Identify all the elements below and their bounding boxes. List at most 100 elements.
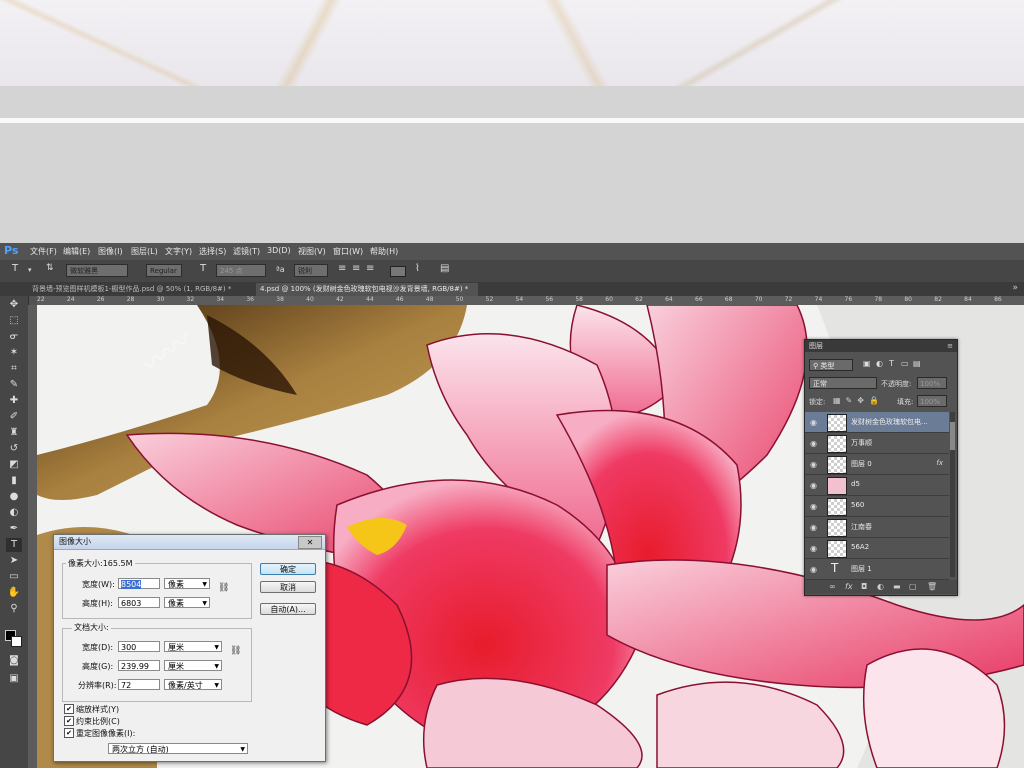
eraser-tool-icon[interactable]: ◩ <box>6 458 22 472</box>
doc-height-unit-select[interactable]: 厘米 ▼ <box>164 660 222 671</box>
scale-styles-checkbox[interactable]: ✔ <box>64 704 74 714</box>
resolution-unit-select[interactable]: 像素/英寸 ▼ <box>164 679 222 690</box>
visibility-eye-icon[interactable]: ◉ <box>810 439 817 448</box>
type-tool-icon[interactable]: T <box>12 263 18 274</box>
layer-row[interactable]: ◉ T 图层 1 <box>805 559 949 580</box>
visibility-eye-icon[interactable]: ◉ <box>810 544 817 553</box>
scrollbar-thumb[interactable] <box>950 422 955 450</box>
menu-filter[interactable]: 滤镜(T) <box>233 246 260 257</box>
link-layers-icon[interactable]: ∞ <box>829 580 836 594</box>
align-right-icon[interactable]: ≡ <box>366 263 374 274</box>
path-selection-tool-icon[interactable]: ➤ <box>6 554 22 568</box>
blend-mode-select[interactable]: 正常 <box>809 377 877 389</box>
layers-scrollbar[interactable] <box>950 412 955 577</box>
visibility-eye-icon[interactable]: ◉ <box>810 523 817 532</box>
ok-button[interactable]: 确定 <box>260 563 316 575</box>
add-mask-icon[interactable]: ◘ <box>861 580 867 594</box>
brush-tool-icon[interactable]: ✐ <box>6 410 22 424</box>
layer-filter-select[interactable]: ⚲ 类型 <box>809 359 853 371</box>
menu-select[interactable]: 选择(S) <box>199 246 226 257</box>
dodge-tool-icon[interactable]: ◐ <box>6 506 22 520</box>
antialias-select[interactable]: 锐利 <box>294 264 328 277</box>
layer-row[interactable]: ◉ 发财树金色玫瑰软包电... <box>805 412 949 433</box>
crop-tool-icon[interactable]: ⌗ <box>6 362 22 376</box>
quick-mask-icon[interactable]: ◙ <box>6 654 22 668</box>
height-input[interactable]: 6803 <box>118 597 160 608</box>
layer-name[interactable]: 发财树金色玫瑰软包电... <box>851 417 928 427</box>
layer-effects-icon[interactable]: fx <box>936 459 943 467</box>
filter-type-icon[interactable]: T <box>889 359 894 368</box>
align-left-icon[interactable]: ≡ <box>338 263 346 274</box>
visibility-eye-icon[interactable]: ◉ <box>810 502 817 511</box>
delete-layer-icon[interactable]: 🗑 <box>927 580 937 594</box>
marquee-tool-icon[interactable]: ⬚ <box>6 314 22 328</box>
layer-row[interactable]: ◉ 万事顺 <box>805 433 949 454</box>
font-size-select[interactable]: 245 点 <box>216 264 266 277</box>
layer-name[interactable]: d5 <box>851 480 860 488</box>
opacity-input[interactable]: 100% <box>917 377 947 389</box>
layer-name[interactable]: 图层 1 <box>851 564 872 574</box>
doc-height-input[interactable]: 239.99 <box>118 660 160 671</box>
width-input[interactable]: 8504 <box>118 578 160 589</box>
layer-name[interactable]: 56A2 <box>851 543 869 551</box>
lasso-tool-icon[interactable]: ᓂ <box>6 330 22 344</box>
menu-window[interactable]: 窗口(W) <box>333 246 363 257</box>
screen-mode-icon[interactable]: ▣ <box>6 672 22 686</box>
height-unit-select[interactable]: 像素 ▼ <box>164 597 210 608</box>
shape-tool-icon[interactable]: ▭ <box>6 570 22 584</box>
visibility-eye-icon[interactable]: ◉ <box>810 460 817 469</box>
menu-help[interactable]: 帮助(H) <box>370 246 398 257</box>
hand-tool-icon[interactable]: ✋ <box>6 586 22 600</box>
menu-type[interactable]: 文字(Y) <box>165 246 192 257</box>
layer-row[interactable]: ◉ 560 <box>805 496 949 517</box>
tab-document-1[interactable]: 背景墙-预览图样机模板1-橱型作品.psd @ 50% (1, RGB/8#) … <box>28 283 254 296</box>
pen-tool-icon[interactable]: ✒ <box>6 522 22 536</box>
close-icon[interactable]: ✕ <box>298 536 322 549</box>
new-layer-icon[interactable]: ▢ <box>909 580 917 594</box>
tabs-overflow-icon[interactable]: » <box>1012 283 1018 293</box>
layers-panel-title[interactable]: 图层 <box>809 342 823 350</box>
filter-pixel-icon[interactable]: ▣ <box>863 359 871 368</box>
background-color-swatch[interactable] <box>11 636 22 647</box>
adjustment-layer-icon[interactable]: ◐ <box>877 580 884 594</box>
align-center-icon[interactable]: ≡ <box>352 263 360 274</box>
font-style-select[interactable]: Regular <box>146 264 182 277</box>
eyedropper-tool-icon[interactable]: ✎ <box>6 378 22 392</box>
zoom-tool-icon[interactable]: ⚲ <box>6 602 22 616</box>
layer-row[interactable]: ◉ 图层 0 fx <box>805 454 949 475</box>
constrain-checkbox[interactable]: ✔ <box>64 716 74 726</box>
layer-name[interactable]: 江南春 <box>851 522 872 532</box>
font-family-select[interactable]: 微软雅黑 <box>66 264 128 277</box>
add-style-icon[interactable]: fx <box>845 580 853 594</box>
history-brush-tool-icon[interactable]: ↺ <box>6 442 22 456</box>
visibility-eye-icon[interactable]: ◉ <box>810 418 817 427</box>
new-group-icon[interactable]: ▬ <box>893 580 901 594</box>
visibility-eye-icon[interactable]: ◉ <box>810 565 817 574</box>
clone-stamp-tool-icon[interactable]: ♜ <box>6 426 22 440</box>
layer-row[interactable]: ◉ d5 <box>805 475 949 496</box>
layer-name[interactable]: 图层 0 <box>851 459 872 469</box>
doc-width-unit-select[interactable]: 厘米 ▼ <box>164 641 222 652</box>
width-unit-select[interactable]: 像素 ▼ <box>164 578 210 589</box>
menu-view[interactable]: 视图(V) <box>298 246 326 257</box>
layer-row[interactable]: ◉ 江南春 <box>805 517 949 538</box>
menu-file[interactable]: 文件(F) <box>30 246 57 257</box>
cancel-button[interactable]: 取消 <box>260 581 316 593</box>
layer-row[interactable]: ◉ 56A2 <box>805 538 949 559</box>
lock-icons[interactable]: ▦✎✥🔒 <box>833 396 884 405</box>
tab-document-2[interactable]: 4.psd @ 100% (发财树金色玫瑰软包电视沙发背景墙, RGB/8#) … <box>256 283 478 296</box>
blur-tool-icon[interactable]: ● <box>6 490 22 504</box>
menu-edit[interactable]: 编辑(E) <box>63 246 90 257</box>
layer-name[interactable]: 560 <box>851 501 864 509</box>
tool-preset-arrow-icon[interactable]: ▾ <box>28 266 32 274</box>
orientation-toggle-icon[interactable]: ⇅ <box>46 263 54 273</box>
doc-width-input[interactable]: 300 <box>118 641 160 652</box>
panel-menu-icon[interactable]: ≡ <box>947 340 953 352</box>
filter-adjust-icon[interactable]: ◐ <box>876 359 883 368</box>
resample-checkbox[interactable]: ✔ <box>64 728 74 738</box>
type-tool-icon-active[interactable]: T <box>6 538 22 552</box>
resample-method-select[interactable]: 两次立方 (自动) ▼ <box>108 743 248 754</box>
filter-smart-icon[interactable]: ▤ <box>913 359 921 368</box>
text-color-swatch[interactable] <box>390 266 406 277</box>
auto-button[interactable]: 自动(A)... <box>260 603 316 615</box>
